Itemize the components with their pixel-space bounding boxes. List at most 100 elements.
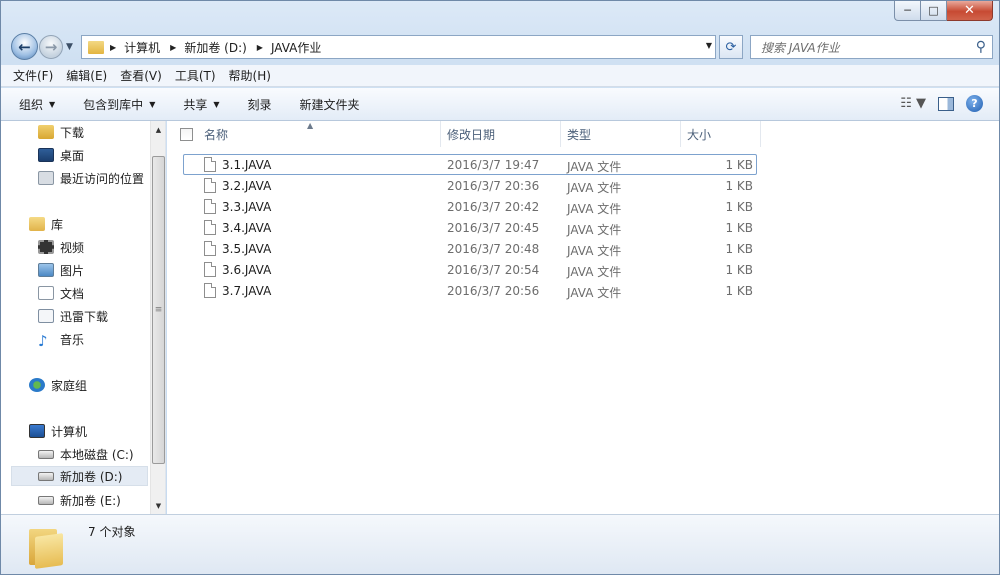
file-name: 3.6.JAVA	[222, 263, 272, 277]
sidebar-item-label: 文档	[60, 286, 85, 301]
computer-icon	[29, 424, 45, 438]
file-type: JAVA 文件	[567, 244, 622, 258]
organize-button[interactable]: 组织 ▼	[19, 96, 55, 113]
command-bar: 组织 ▼ 包含到库中 ▼ 共享 ▼ 刻录 新建文件夹 ☷ ▼ ?	[1, 88, 999, 121]
refresh-icon: ⟳	[725, 39, 737, 55]
column-header-name[interactable]: 名称	[198, 121, 441, 147]
scroll-up-icon[interactable]: ▲	[151, 121, 165, 138]
sidebar-item-videos[interactable]: 视频	[38, 237, 84, 257]
breadcrumb-item-computer[interactable]: 计算机	[124, 39, 160, 56]
libraries-icon	[29, 217, 45, 231]
search-input[interactable]: 搜索 JAVA作业 ⚲	[750, 35, 993, 59]
file-row[interactable]: 3.6.JAVA 2016/3/7 20:54 JAVA 文件 1 KB	[183, 259, 757, 280]
refresh-button[interactable]: ⟳	[719, 35, 743, 59]
file-row[interactable]: 3.4.JAVA 2016/3/7 20:45 JAVA 文件 1 KB	[183, 217, 757, 238]
sidebar-item-documents[interactable]: 文档	[38, 283, 84, 303]
file-date: 2016/3/7 20:48	[447, 242, 540, 256]
breadcrumb-item-drive-d[interactable]: 新加卷 (D:)	[184, 39, 246, 56]
navigation-scrollbar[interactable]: ▲ ≡ ▼	[150, 121, 165, 514]
include-in-library-button[interactable]: 包含到库中 ▼	[83, 96, 155, 113]
menu-tools[interactable]: 工具(T)	[175, 67, 216, 84]
column-name-label: 名称	[204, 127, 229, 142]
recent-pages-button[interactable]: ▼	[66, 42, 73, 52]
file-date: 2016/3/7 20:45	[447, 221, 540, 235]
file-row[interactable]: 3.1.JAVA 2016/3/7 19:47 JAVA 文件 1 KB	[183, 154, 757, 175]
column-header-type[interactable]: 类型	[561, 121, 681, 147]
back-button[interactable]: ←	[11, 33, 38, 60]
music-note-icon: ♪	[38, 332, 48, 350]
preview-pane-icon[interactable]	[938, 96, 954, 111]
sidebar-item-computer[interactable]: 计算机	[29, 421, 87, 441]
forward-button[interactable]: →	[39, 35, 63, 59]
sidebar-item-label: 计算机	[51, 424, 88, 439]
sidebar-item-label: 家庭组	[51, 378, 88, 393]
file-row[interactable]: 3.3.JAVA 2016/3/7 20:42 JAVA 文件 1 KB	[183, 196, 757, 217]
file-icon	[204, 199, 216, 214]
file-type: JAVA 文件	[567, 286, 622, 300]
file-row[interactable]: 3.2.JAVA 2016/3/7 20:36 JAVA 文件 1 KB	[183, 175, 757, 196]
sidebar-item-pictures[interactable]: 图片	[38, 260, 84, 280]
arrow-right-icon: →	[44, 38, 58, 56]
search-icon[interactable]: ⚲	[976, 39, 986, 55]
file-name: 3.4.JAVA	[222, 221, 272, 235]
scrollbar-thumb[interactable]: ≡	[152, 156, 165, 464]
address-row: ← → ▼ ▶ 计算机 ▶ 新加卷 (D:) ▶ JAVA作业 ▼ ⟳ 搜索 J…	[9, 33, 993, 61]
explorer-window: ─ □ ✕ ← → ▼ ▶ 计算机 ▶ 新加卷 (D:) ▶ JAVA作业 ▼ …	[0, 0, 1000, 575]
breadcrumb-separator-icon[interactable]: ▶	[257, 43, 263, 52]
file-row[interactable]: 3.5.JAVA 2016/3/7 20:48 JAVA 文件 1 KB	[183, 238, 757, 259]
sidebar-item-drive-e[interactable]: 新加卷 (E:)	[38, 490, 121, 510]
burn-button[interactable]: 刻录	[248, 96, 272, 113]
sidebar-item-recent[interactable]: 最近访问的位置	[38, 168, 144, 188]
new-folder-button[interactable]: 新建文件夹	[300, 96, 360, 113]
minimize-button[interactable]: ─	[894, 1, 921, 21]
sidebar-item-libraries[interactable]: 库	[29, 214, 63, 234]
breadcrumb-separator-icon[interactable]: ▶	[110, 43, 116, 52]
file-size: 1 KB	[725, 179, 753, 193]
sidebar-item-music[interactable]: ♪ 音乐	[38, 329, 84, 350]
navigation-pane: 下载 桌面 最近访问的位置 库 视频 图片 文档 迅雷下载 ♪ 音乐 家庭组 计…	[1, 121, 166, 514]
sidebar-item-drive-c[interactable]: 本地磁盘 (C:)	[38, 444, 134, 464]
select-all-checkbox[interactable]	[180, 128, 193, 141]
column-header-date[interactable]: 修改日期	[441, 121, 561, 147]
close-button[interactable]: ✕	[947, 1, 993, 21]
file-size: 1 KB	[725, 263, 753, 277]
xunlei-download-icon	[38, 309, 54, 323]
view-options-icon[interactable]: ☷ ▼	[900, 96, 926, 111]
column-header-size[interactable]: 大小	[681, 121, 761, 147]
chevron-down-icon[interactable]: ▼	[706, 41, 712, 50]
recent-places-icon	[38, 171, 54, 185]
sidebar-item-downloads[interactable]: 下载	[38, 122, 84, 142]
file-size: 1 KB	[725, 221, 753, 235]
file-name: 3.1.JAVA	[222, 158, 272, 172]
file-row[interactable]: 3.7.JAVA 2016/3/7 20:56 JAVA 文件 1 KB	[183, 280, 757, 301]
chevron-down-icon: ▼	[49, 99, 56, 109]
homegroup-icon	[29, 378, 45, 392]
file-size: 1 KB	[725, 158, 753, 172]
sidebar-item-drive-d[interactable]: 新加卷 (D:)	[11, 466, 148, 486]
sidebar-item-desktop[interactable]: 桌面	[38, 145, 84, 165]
file-size: 1 KB	[725, 200, 753, 214]
breadcrumb-item-folder[interactable]: JAVA作业	[271, 39, 321, 56]
folder-icon	[29, 523, 65, 569]
file-icon	[204, 241, 216, 256]
menu-help[interactable]: 帮助(H)	[229, 67, 271, 84]
sidebar-item-xunlei[interactable]: 迅雷下载	[38, 306, 108, 326]
menu-edit[interactable]: 编辑(E)	[66, 67, 107, 84]
sidebar-item-label: 新加卷 (E:)	[60, 493, 121, 508]
menu-view[interactable]: 查看(V)	[120, 67, 162, 84]
sidebar-item-label: 下载	[60, 125, 85, 140]
sidebar-item-label: 迅雷下载	[60, 309, 109, 324]
scroll-down-icon[interactable]: ▼	[151, 497, 165, 514]
menu-file[interactable]: 文件(F)	[13, 67, 53, 84]
downloads-folder-icon	[38, 125, 54, 139]
sidebar-item-homegroup[interactable]: 家庭组	[29, 375, 87, 395]
file-icon	[204, 220, 216, 235]
file-icon	[204, 283, 216, 298]
help-icon[interactable]: ?	[966, 95, 983, 112]
sidebar-item-label: 桌面	[60, 148, 85, 163]
new-folder-label: 新建文件夹	[299, 97, 360, 112]
breadcrumb-separator-icon[interactable]: ▶	[170, 43, 176, 52]
maximize-button[interactable]: □	[921, 1, 947, 21]
share-button[interactable]: 共享 ▼	[183, 96, 219, 113]
address-bar[interactable]: ▶ 计算机 ▶ 新加卷 (D:) ▶ JAVA作业 ▼	[81, 35, 716, 59]
